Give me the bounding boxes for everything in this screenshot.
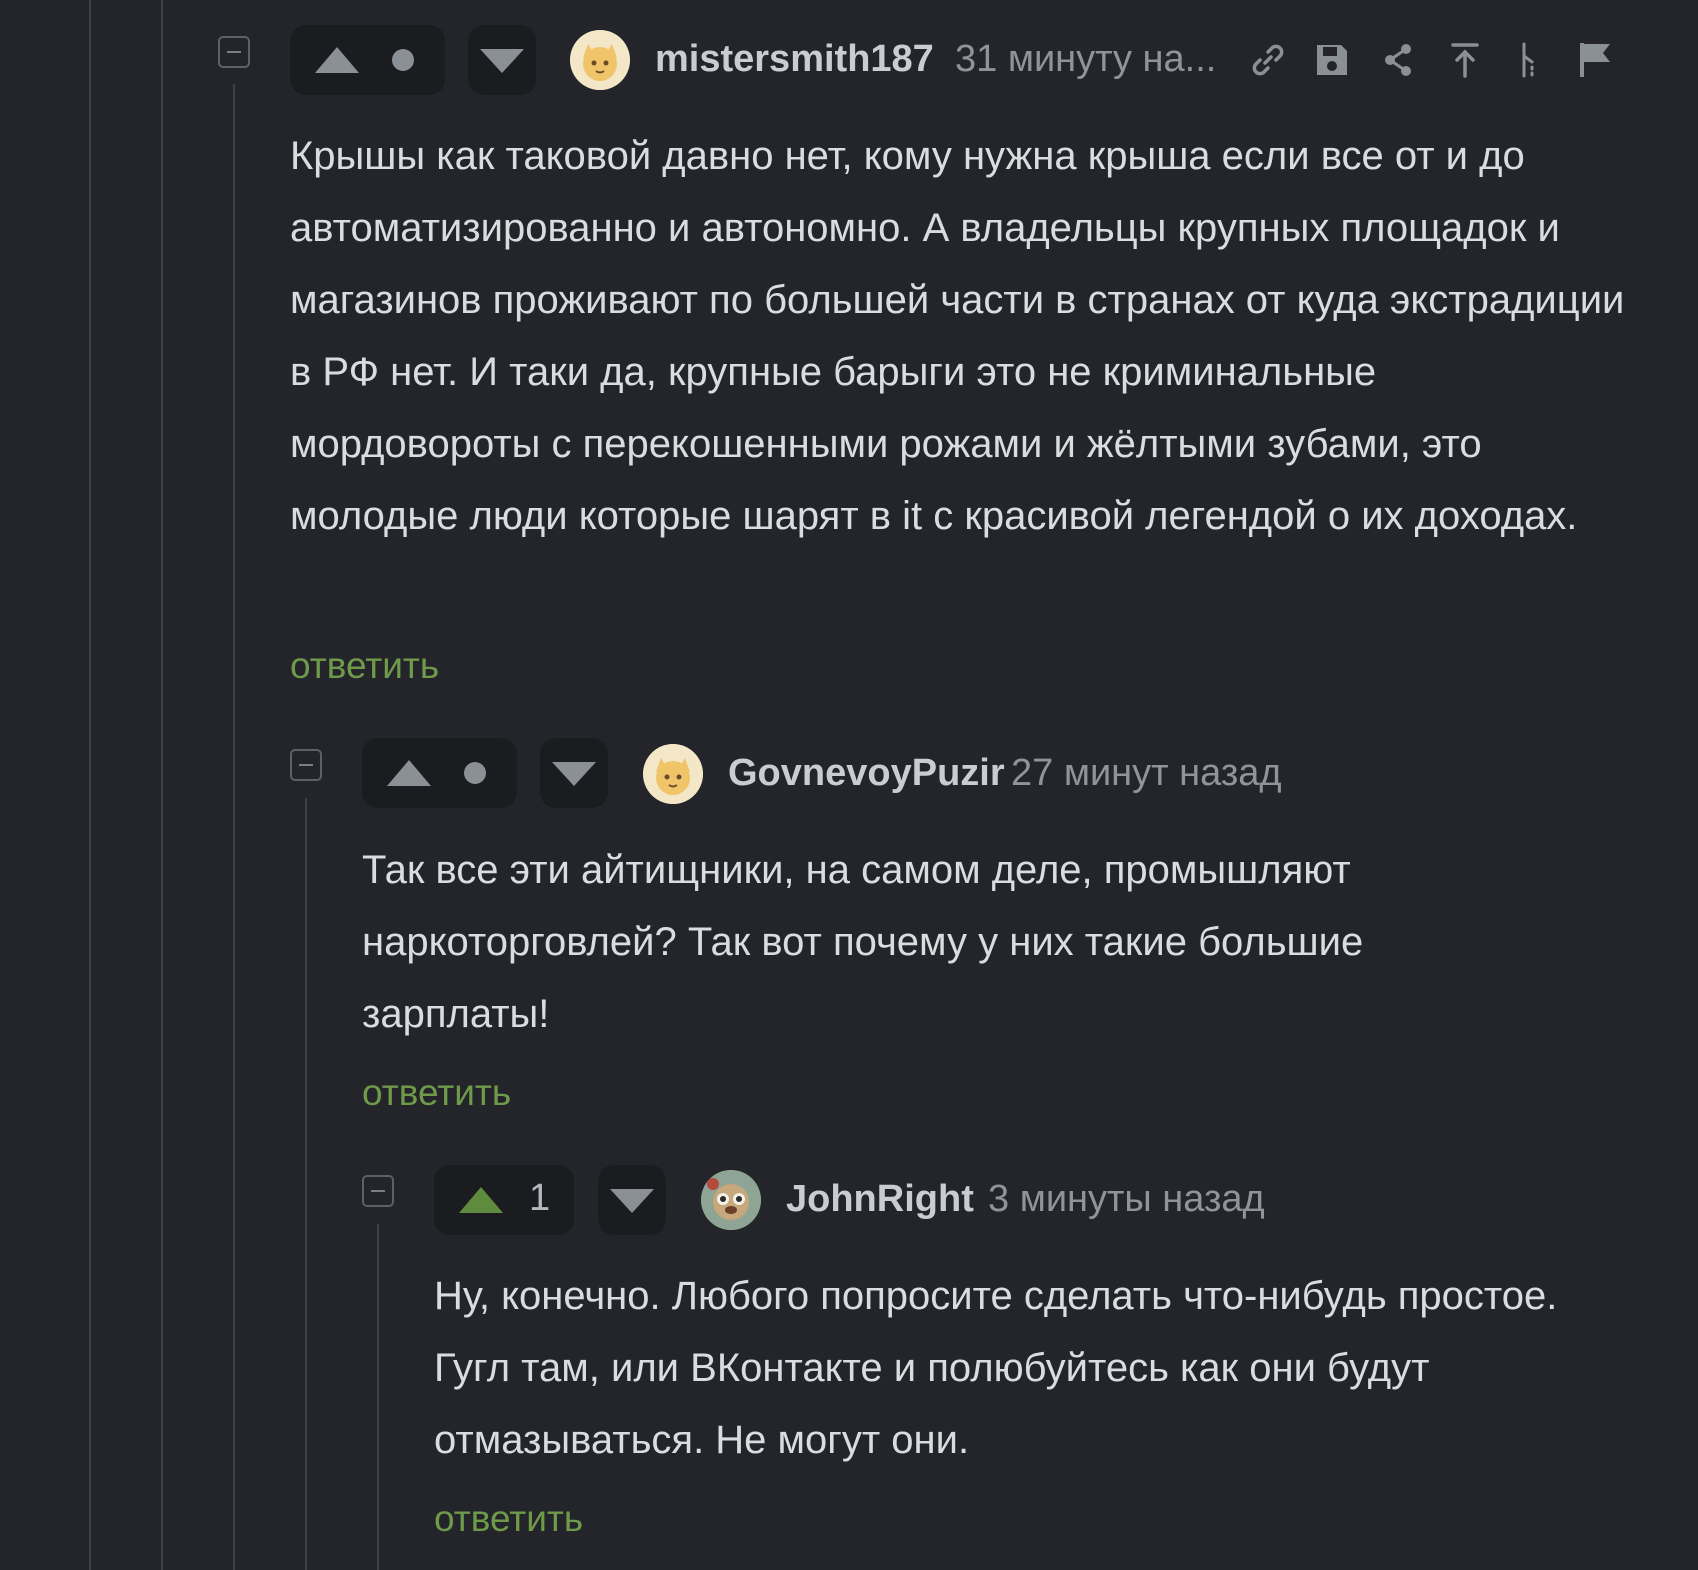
share-icon[interactable] [1378, 40, 1418, 80]
downvote-box [598, 1165, 666, 1235]
avatar-cat-icon [570, 30, 630, 90]
downvote-box [540, 738, 608, 808]
avatar-creature-icon [701, 1170, 761, 1230]
downvote-button[interactable] [610, 1189, 654, 1213]
upvote-button[interactable] [315, 47, 359, 73]
upvote-button[interactable] [459, 1187, 503, 1213]
vote-box [362, 738, 517, 808]
avatar[interactable] [643, 744, 703, 804]
collapse-button[interactable] [290, 749, 322, 781]
score-dot-icon [464, 762, 486, 784]
reply-link[interactable]: ответить [434, 1498, 583, 1540]
comment-text: Крышы как таковой давно нет, кому нужна … [290, 134, 1625, 538]
comment-text: Так все эти айтищники, на самом деле, пр… [362, 848, 1364, 1036]
scroll-to-top-icon[interactable] [1445, 40, 1485, 80]
save-icon[interactable] [1312, 40, 1352, 80]
vote-box: 1 [434, 1165, 574, 1235]
comment: mistersmith187 31 минуту на... Крышы как… [0, 0, 1698, 700]
upvote-button[interactable] [387, 760, 431, 786]
report-flag-icon[interactable] [1576, 40, 1616, 80]
timestamp[interactable]: 3 минуты назад [988, 1178, 1265, 1221]
collapse-button[interactable] [218, 36, 250, 68]
username[interactable]: mistersmith187 [655, 38, 934, 81]
reply-link[interactable]: ответить [362, 1072, 511, 1114]
avatar[interactable] [701, 1170, 761, 1230]
comment: 1 JohnRight 3 минуты назад Ну, конечно. … [0, 1120, 1698, 1570]
avatar[interactable] [570, 30, 630, 90]
branch-icon[interactable] [1510, 40, 1550, 80]
timestamp[interactable]: 31 минуту на... [955, 38, 1216, 81]
comment: GovnevoyPuzir 27 минут назад Так все эти… [0, 700, 1698, 1120]
collapse-button[interactable] [362, 1175, 394, 1207]
downvote-button[interactable] [552, 762, 596, 786]
reply-link[interactable]: ответить [290, 645, 439, 687]
score: 1 [529, 1177, 551, 1219]
vote-box [290, 25, 445, 95]
username[interactable]: JohnRight [786, 1178, 974, 1221]
score-dot-icon [392, 49, 414, 71]
downvote-button[interactable] [480, 49, 524, 73]
timestamp[interactable]: 27 минут назад [1011, 752, 1282, 795]
link-icon[interactable] [1248, 40, 1288, 80]
downvote-box [468, 25, 536, 95]
username[interactable]: GovnevoyPuzir [728, 752, 1005, 795]
comment-text: Ну, конечно. Любого попросите сделать чт… [434, 1274, 1558, 1462]
avatar-cat-icon [643, 744, 703, 804]
